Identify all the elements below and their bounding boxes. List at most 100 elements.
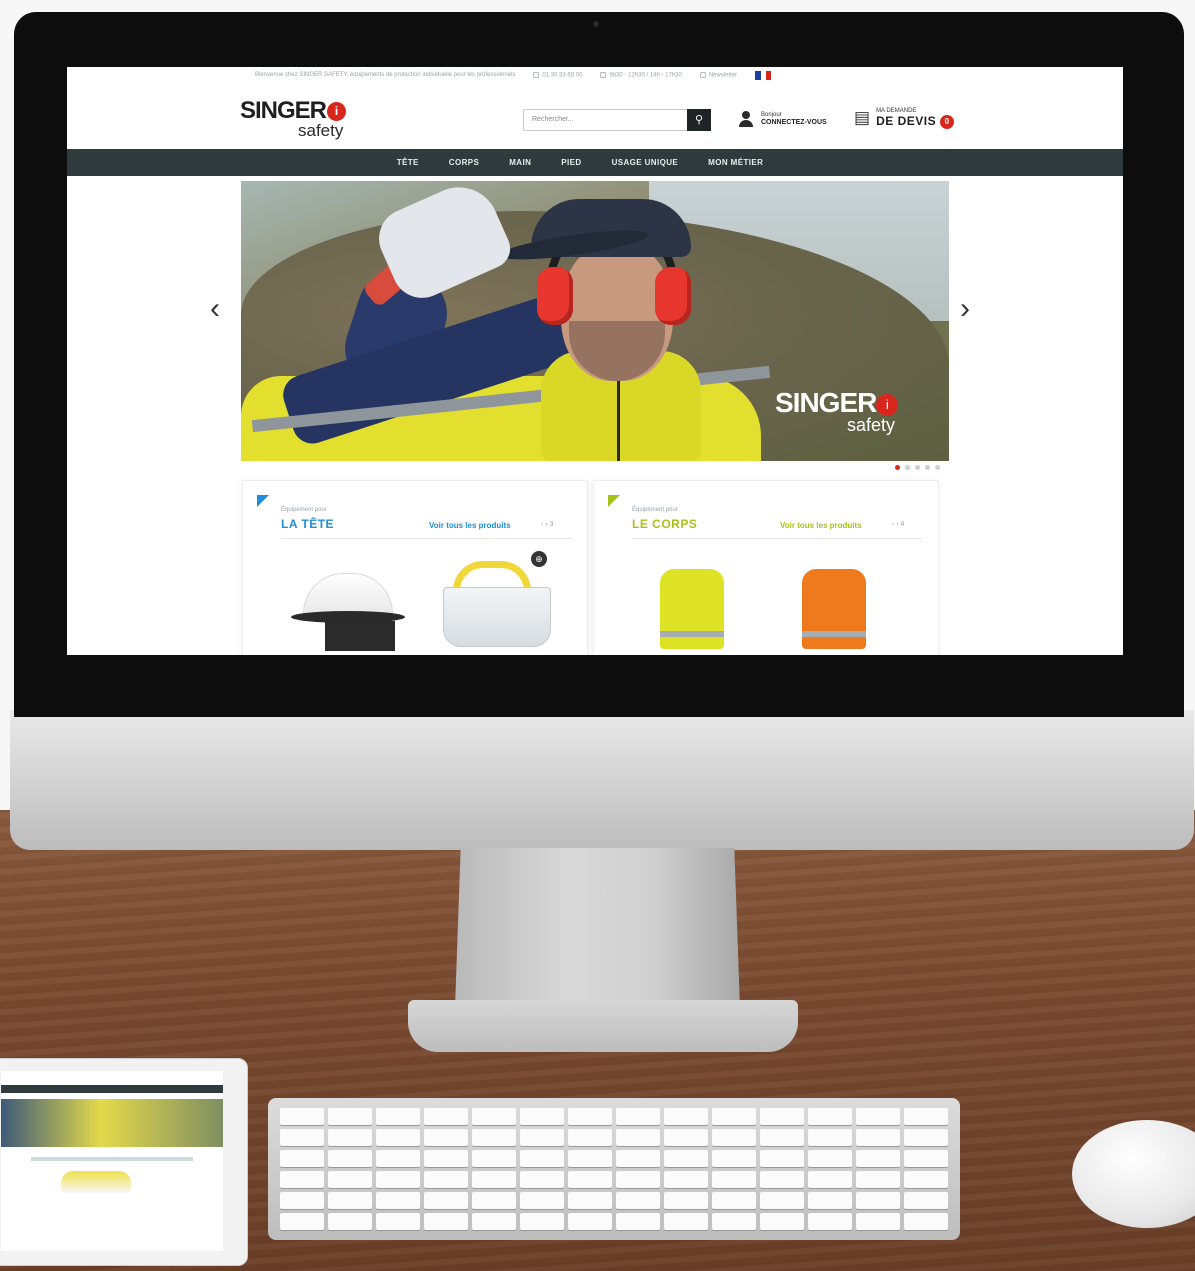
keyboard-key <box>376 1150 420 1167</box>
carousel-next-button[interactable]: › <box>960 294 970 324</box>
card-kicker: Équipement pour <box>632 507 678 513</box>
category-cards: Équipement pour LA TÊTE Voir tous les pr… <box>67 476 1123 655</box>
hero-slide-image[interactable]: SINGER i safety <box>241 181 949 461</box>
keyboard-key <box>712 1129 756 1146</box>
search-icon: ⚲ <box>694 114 704 126</box>
keyboard-key <box>376 1213 420 1230</box>
opening-hours: 9h30 - 12h30 / 14h - 17h30 <box>609 72 682 79</box>
card-title: LE CORPS <box>632 517 698 531</box>
user-icon <box>739 111 753 127</box>
keyboard-key <box>472 1150 516 1167</box>
keyboard-key <box>856 1150 900 1167</box>
keyboard-key <box>808 1108 852 1125</box>
keyboard-key <box>472 1129 516 1146</box>
keyboard-key <box>712 1213 756 1230</box>
carousel-dot-2[interactable] <box>905 465 910 470</box>
keyboard-key <box>520 1108 564 1125</box>
logo-subtitle: safety <box>298 121 344 140</box>
keyboard-key <box>808 1192 852 1209</box>
keyboard-key <box>760 1192 804 1209</box>
hero-logo: SINGER i safety <box>775 387 899 435</box>
nav-item-pied[interactable]: PIED <box>561 158 581 167</box>
keyboard-key <box>568 1129 612 1146</box>
carousel-dot-5[interactable] <box>935 465 940 470</box>
keyboard-key <box>376 1171 420 1188</box>
carousel-prev-button[interactable]: ‹ <box>210 294 220 324</box>
keyboard-key <box>664 1192 708 1209</box>
keyboard-key <box>616 1108 660 1125</box>
keyboard-key <box>616 1150 660 1167</box>
document-icon: ▤ <box>854 108 871 127</box>
carousel-dot-3[interactable] <box>915 465 920 470</box>
compare-icon[interactable]: ⊕ <box>531 551 547 567</box>
keyboard-key <box>568 1213 612 1230</box>
keyboard-key <box>280 1213 324 1230</box>
keyboard-key <box>424 1213 468 1230</box>
hero-logo-word: SINGER <box>775 387 877 418</box>
card-kicker: Équipement pour <box>281 507 327 513</box>
nav-item-main[interactable]: MAIN <box>509 158 531 167</box>
mail-icon <box>699 71 706 78</box>
tablet-screen <box>1 1071 223 1251</box>
keyboard-key <box>712 1171 756 1188</box>
nav-item-tete[interactable]: TÊTE <box>397 158 419 167</box>
monitor-stand-neck <box>455 848 740 1008</box>
keyboard-key <box>616 1213 660 1230</box>
search-input[interactable]: Rechercher... <box>523 109 711 131</box>
keyboard-key <box>424 1171 468 1188</box>
hi-vis-yellow-jacket-image[interactable] <box>660 569 724 649</box>
clock-icon <box>600 71 607 78</box>
keyboard-key <box>904 1129 948 1146</box>
keyboard-key <box>616 1192 660 1209</box>
quote-request-link[interactable]: ▤ MA DEMANDE DE DEVIS 0 <box>854 107 955 129</box>
keyboard-key <box>328 1171 372 1188</box>
carousel-dot-1[interactable] <box>895 465 900 470</box>
keyboard-key <box>664 1108 708 1125</box>
keyboard-key <box>856 1171 900 1188</box>
keyboard-key <box>472 1213 516 1230</box>
french-flag-icon[interactable] <box>755 70 772 80</box>
hi-vis-orange-jacket-image[interactable] <box>802 569 866 649</box>
see-all-products-link[interactable]: Voir tous les produits <box>780 521 862 530</box>
keyboard-key <box>520 1192 564 1209</box>
keyboard-key <box>520 1150 564 1167</box>
carousel-dot-4[interactable] <box>925 465 930 470</box>
account-link[interactable]: Bonjour CONNECTEZ-VOUS <box>739 111 827 127</box>
phone-number[interactable]: 01 30 33 60 00 <box>542 72 582 78</box>
main-navigation: TÊTE CORPS MAIN PIED USAGE UNIQUE MON MÉ… <box>67 149 1123 176</box>
keyboard-key <box>568 1108 612 1125</box>
quote-label-main: DE DEVIS <box>876 114 937 128</box>
site-logo[interactable]: SINGER i safety <box>240 97 347 140</box>
account-login-label: CONNECTEZ-VOUS <box>761 119 827 126</box>
keyboard-key <box>856 1129 900 1146</box>
corner-accent-icon <box>608 495 620 507</box>
keyboard-key <box>568 1171 612 1188</box>
keyboard-key <box>904 1213 948 1230</box>
keyboard-key <box>808 1213 852 1230</box>
keyboard-key <box>280 1150 324 1167</box>
account-greeting: Bonjour <box>761 112 782 118</box>
keyboard-key <box>760 1108 804 1125</box>
card-pager[interactable]: ‹ › 3 <box>541 521 553 528</box>
newsletter-link[interactable]: Newsletter <box>709 72 737 78</box>
card-pager[interactable]: ‹ › 4 <box>892 521 904 528</box>
website-viewport: Bienvenue chez SINGER SAFETY, équipement… <box>67 67 1123 655</box>
keyboard-key <box>712 1150 756 1167</box>
ear-defender-icon <box>537 267 573 325</box>
keyboard-key <box>424 1129 468 1146</box>
nav-item-mon-metier[interactable]: MON MÉTIER <box>708 158 763 167</box>
keyboard-key <box>568 1192 612 1209</box>
keyboard-key <box>664 1171 708 1188</box>
site-header: SINGER i safety Rechercher... ⚲ Bonjour C… <box>67 83 1123 149</box>
nav-item-usage-unique[interactable]: USAGE UNIQUE <box>612 158 679 167</box>
keyboard-key <box>472 1171 516 1188</box>
keyboard-key <box>904 1108 948 1125</box>
see-all-products-link[interactable]: Voir tous les produits <box>429 521 511 530</box>
search-button[interactable]: ⚲ <box>687 109 711 131</box>
keyboard-key <box>280 1129 324 1146</box>
keyboard-key <box>760 1213 804 1230</box>
hero-carousel: ‹ SINGER i safety › <box>67 176 1123 476</box>
keyboard-key <box>280 1108 324 1125</box>
tablet-device <box>0 1058 248 1266</box>
nav-item-corps[interactable]: CORPS <box>449 158 479 167</box>
